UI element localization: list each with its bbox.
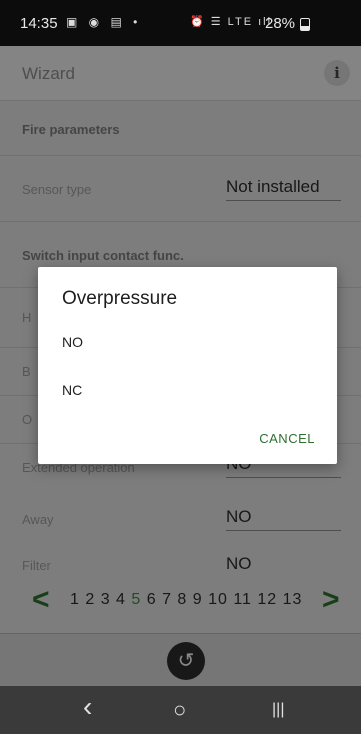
battery-icon <box>300 18 310 31</box>
home-icon[interactable]: ○ <box>173 697 186 723</box>
overpressure-dialog: Overpressure NO NC CANCEL <box>38 267 337 464</box>
status-bar: 14:35 ▣ ◉ ▤ • ⏰ ☰ LTE ıll 28% <box>0 0 361 46</box>
system-nav-bar: ‹ ○ ||| <box>0 686 361 734</box>
dialog-title: Overpressure <box>62 288 178 309</box>
recents-icon[interactable]: ||| <box>272 701 284 719</box>
back-icon[interactable]: ‹ <box>83 691 92 723</box>
signal-icons: ⏰ ☰ LTE ıll <box>190 16 273 28</box>
dialog-option-no[interactable]: NO <box>62 334 312 350</box>
dialog-option-nc[interactable]: NC <box>62 382 312 398</box>
notification-icons: ▣ ◉ ▤ • <box>66 15 142 29</box>
battery-percent: 28% <box>265 15 296 32</box>
cancel-button[interactable]: CANCEL <box>259 431 315 446</box>
status-time: 14:35 <box>20 15 58 32</box>
